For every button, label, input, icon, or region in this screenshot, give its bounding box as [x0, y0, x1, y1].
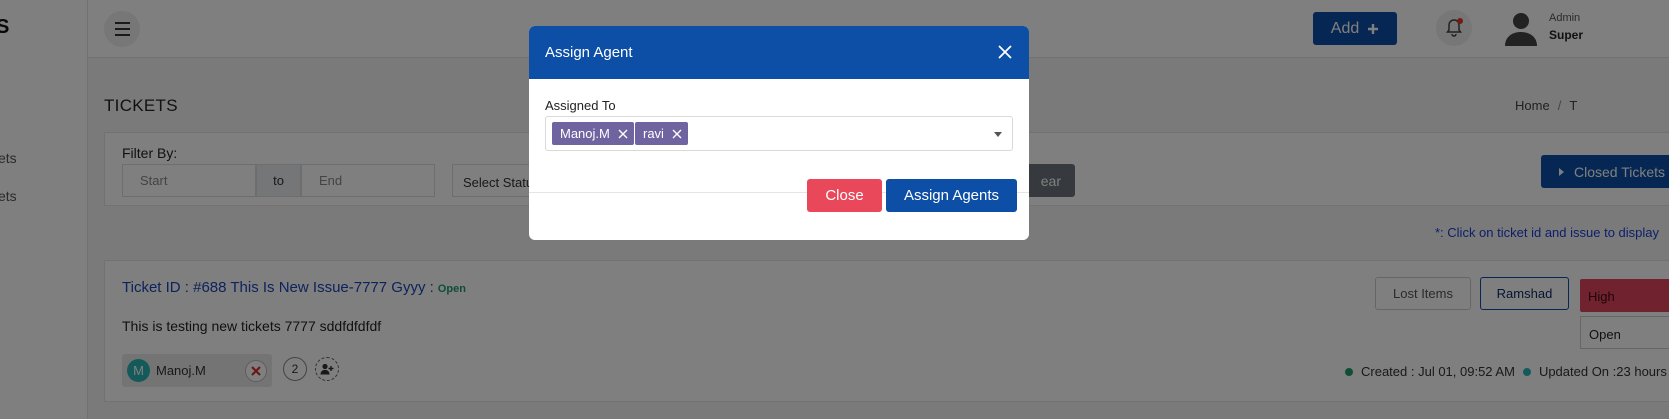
modal-body: Assigned To Manoj.M ravi — [529, 79, 1029, 193]
assign-agent-modal: Assign Agent Assigned To Manoj.M ravi Cl… — [529, 26, 1029, 240]
assigned-to-select[interactable]: Manoj.M ravi — [545, 116, 1013, 151]
assign-agents-button[interactable]: Assign Agents — [886, 179, 1017, 212]
selected-agent-tag: ravi — [635, 122, 688, 145]
tag-label: Manoj.M — [560, 126, 610, 141]
remove-tag-icon[interactable] — [672, 129, 682, 139]
modal-header: Assign Agent — [529, 26, 1029, 79]
selected-agent-tag: Manoj.M — [552, 122, 634, 145]
modal-title: Assign Agent — [545, 44, 633, 61]
chevron-down-icon[interactable] — [994, 132, 1002, 137]
close-button[interactable]: Close — [807, 179, 882, 212]
assigned-to-label: Assigned To — [545, 98, 616, 113]
tag-label: ravi — [643, 126, 664, 141]
modal-close-button[interactable] — [995, 42, 1015, 62]
close-icon — [998, 45, 1012, 59]
remove-tag-icon[interactable] — [618, 129, 628, 139]
